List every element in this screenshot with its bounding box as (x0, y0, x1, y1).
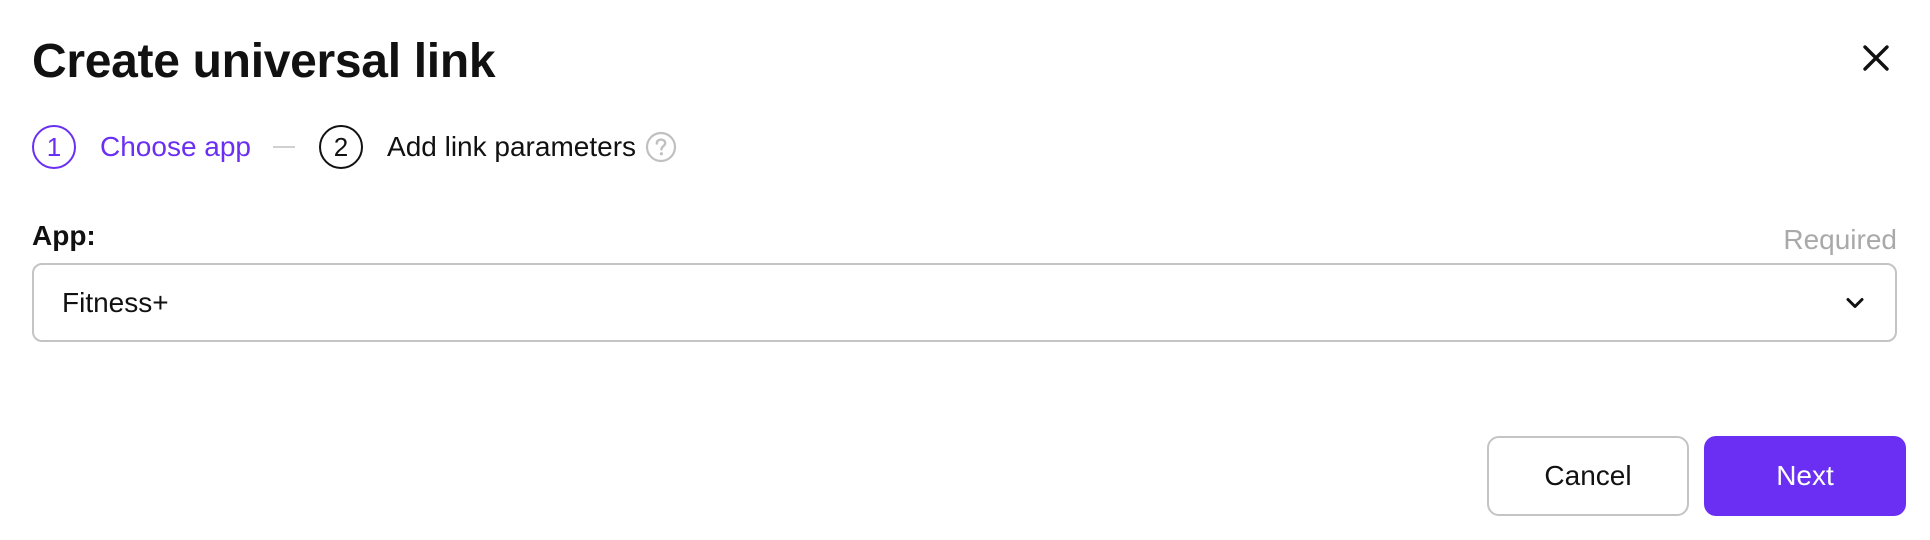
next-button[interactable]: Next (1704, 436, 1906, 516)
chevron-down-icon (1846, 298, 1864, 308)
step-2-label: Add link parameters (387, 131, 637, 162)
step-1-label: Choose app (100, 131, 252, 162)
required-indicator: Required (1783, 224, 1897, 255)
cancel-button[interactable]: Cancel (1487, 436, 1689, 516)
question-circle-icon[interactable] (644, 130, 678, 164)
close-button[interactable] (1856, 38, 1896, 78)
stepper: 1 Choose app 2 Add link parameters (32, 123, 678, 171)
step-2-number: 2 (319, 125, 364, 169)
app-select[interactable]: Fitness+ (32, 263, 1897, 342)
dialog-title: Create universal link (32, 35, 496, 88)
create-universal-link-dialog: Create universal link 1 Choose app 2 Add… (0, 0, 1930, 540)
app-field-label: App: (32, 220, 96, 251)
close-icon (1863, 45, 1889, 71)
step-separator (273, 146, 296, 148)
step-1-number: 1 (32, 125, 76, 169)
app-select-value: Fitness+ (62, 287, 169, 318)
